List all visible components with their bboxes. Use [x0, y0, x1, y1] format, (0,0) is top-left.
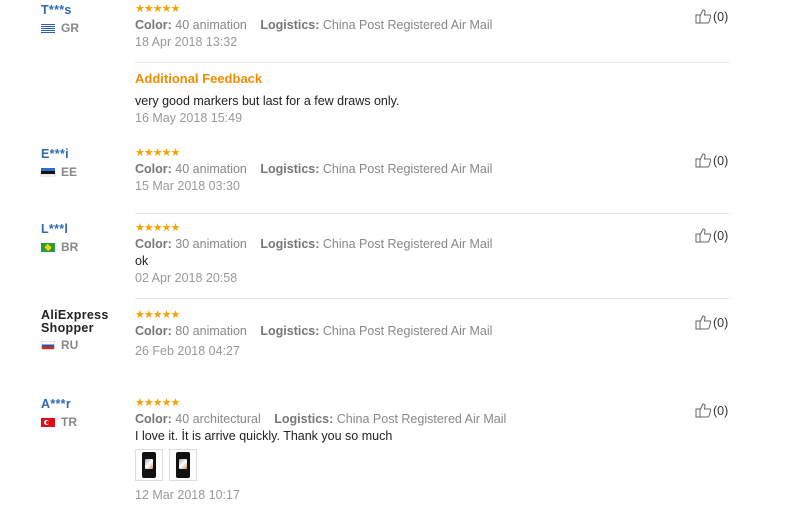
thumbs-up-icon	[695, 403, 712, 418]
review-text: I love it. İt is arrive quickly. Thank y…	[135, 429, 393, 443]
logistics-label: Logistics:	[274, 412, 334, 426]
logistics-value: China Post Registered Air Mail	[322, 324, 493, 338]
helpful-button[interactable]: (0)	[695, 153, 728, 168]
logistics-value: China Post Registered Air Mail	[336, 412, 507, 426]
divider	[135, 213, 730, 214]
country-code: GR	[61, 21, 79, 35]
color-value: 40 animation	[175, 162, 247, 176]
reviewer-name[interactable]: L***l	[41, 222, 131, 237]
review-date: 26 Feb 2018 04:27	[135, 344, 240, 358]
reviewer-country: TR	[41, 415, 131, 429]
reviewer-country: RU	[41, 338, 131, 352]
flag-icon	[41, 340, 55, 350]
reviewer-name[interactable]: T***s	[41, 3, 131, 18]
additional-feedback-title: Additional Feedback	[135, 71, 263, 86]
color-label: Color:	[135, 237, 172, 251]
reviewer-name[interactable]: E***i	[41, 147, 131, 162]
star-rating-icon: ★★★★★	[135, 222, 180, 234]
logistics-value: China Post Registered Air Mail	[322, 237, 493, 251]
review-photo-thumbnail[interactable]	[169, 449, 197, 481]
reviewer-info: A***r TR	[41, 397, 131, 429]
helpful-count: (0)	[713, 315, 729, 330]
thumbs-up-icon	[695, 153, 712, 168]
review-body: ★★★★★ Color: 30 animation Logistics: Chi…	[135, 222, 730, 287]
flag-icon	[41, 23, 55, 33]
color-value: 40 architectural	[175, 412, 261, 426]
helpful-button[interactable]: (0)	[695, 228, 728, 243]
reviewer-name-line: Shopper	[41, 321, 94, 335]
helpful-count: (0)	[713, 9, 729, 24]
country-code: TR	[61, 415, 77, 429]
star-rating-icon: ★★★★★	[135, 147, 180, 159]
color-label: Color:	[135, 412, 172, 426]
review-photo-thumbnail[interactable]	[135, 449, 163, 481]
logistics-label: Logistics:	[260, 162, 320, 176]
star-rating-icon: ★★★★★	[135, 309, 180, 321]
star-rating-icon: ★★★★★	[135, 397, 180, 409]
logistics-value: China Post Registered Air Mail	[322, 18, 493, 32]
flag-icon	[41, 242, 55, 252]
flag-icon	[41, 417, 55, 427]
review-date: 15 Mar 2018 03:30	[135, 179, 240, 193]
reviewer-info: L***l BR	[41, 222, 131, 254]
reviewer-name[interactable]: A***r	[41, 397, 131, 412]
additional-feedback-text: very good markers but last for a few dra…	[135, 94, 400, 108]
review-date: 18 Apr 2018 13:32	[135, 35, 238, 49]
helpful-count: (0)	[713, 403, 729, 418]
star-rating-icon: ★★★★★	[135, 3, 180, 15]
country-code: EE	[61, 165, 78, 179]
color-label: Color:	[135, 324, 172, 338]
color-label: Color:	[135, 18, 172, 32]
thumbs-up-icon	[695, 228, 712, 243]
helpful-button[interactable]: (0)	[695, 403, 728, 418]
review-meta: Color: 40 architectural Logistics: China…	[135, 411, 730, 428]
logistics-label: Logistics:	[260, 324, 320, 338]
reviewer-country: BR	[41, 240, 131, 254]
logistics-label: Logistics:	[260, 18, 320, 32]
helpful-button[interactable]: (0)	[695, 9, 728, 24]
flag-icon	[41, 167, 55, 177]
reviewer-info: T***s GR	[41, 3, 131, 35]
review-meta: Color: 40 animation Logistics: China Pos…	[135, 161, 730, 178]
helpful-count: (0)	[713, 228, 729, 243]
country-code: RU	[61, 338, 79, 352]
review-body: ★★★★★ Color: 40 animation Logistics: Chi…	[135, 3, 730, 51]
color-value: 80 animation	[175, 324, 247, 338]
helpful-count: (0)	[713, 153, 729, 168]
divider	[135, 298, 730, 299]
review-body: ★★★★★ Color: 40 architectural Logistics:…	[135, 397, 730, 504]
reviewer-info: E***i EE	[41, 147, 131, 179]
helpful-button[interactable]: (0)	[695, 315, 728, 330]
review-meta: Color: 40 animation Logistics: China Pos…	[135, 17, 730, 34]
reviewer-country: GR	[41, 21, 131, 35]
review-date: 02 Apr 2018 20:58	[135, 271, 238, 285]
review-date: 12 Mar 2018 10:17	[135, 488, 240, 502]
review-body: ★★★★★ Color: 40 animation Logistics: Chi…	[135, 147, 730, 195]
color-value: 30 animation	[175, 237, 247, 251]
additional-feedback-date: 16 May 2018 15:49	[135, 111, 243, 125]
review-body: ★★★★★ Color: 80 animation Logistics: Chi…	[135, 309, 730, 360]
review-photos	[135, 449, 730, 481]
country-code: BR	[61, 240, 79, 254]
thumbs-up-icon	[695, 9, 712, 24]
review-text: ok	[135, 254, 149, 268]
review-meta: Color: 30 animation Logistics: China Pos…	[135, 236, 730, 253]
reviewer-name[interactable]: AliExpress Shopper	[41, 309, 131, 335]
color-value: 40 animation	[175, 18, 247, 32]
reviewer-country: EE	[41, 165, 131, 179]
reviewer-info: AliExpress Shopper RU	[41, 309, 131, 352]
color-label: Color:	[135, 162, 172, 176]
logistics-value: China Post Registered Air Mail	[322, 162, 493, 176]
review-meta: Color: 80 animation Logistics: China Pos…	[135, 323, 730, 340]
logistics-label: Logistics:	[260, 237, 320, 251]
thumbs-up-icon	[695, 315, 712, 330]
